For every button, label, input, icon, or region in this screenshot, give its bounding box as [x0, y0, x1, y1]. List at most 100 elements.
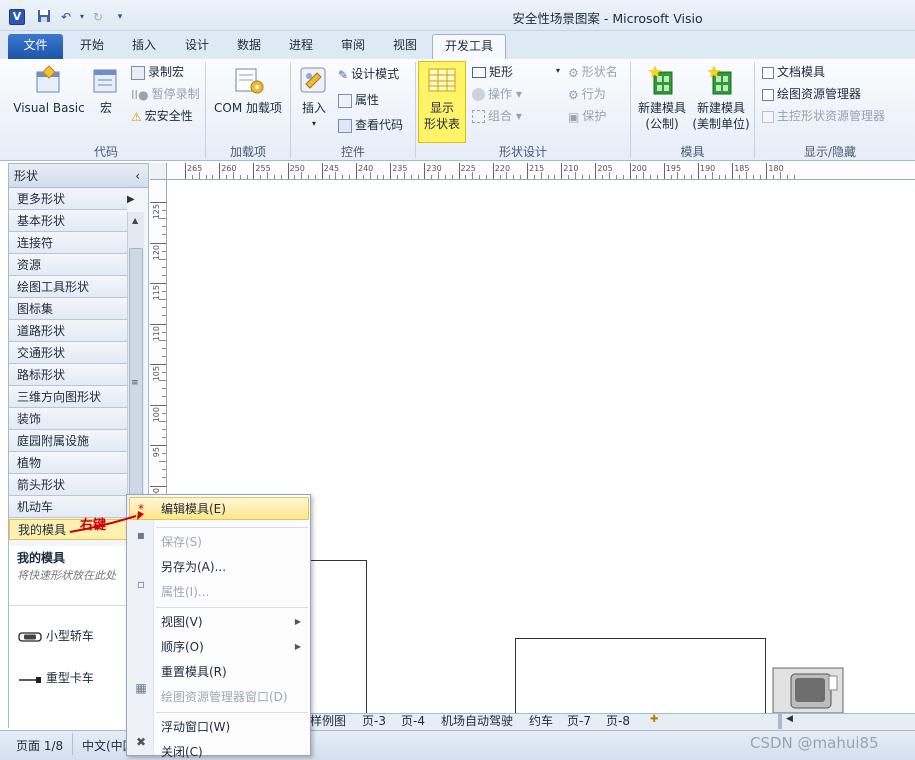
group-button[interactable]: 组合 ▾: [472, 106, 522, 126]
menu-item-close[interactable]: 关闭(C): [161, 741, 307, 760]
new-stencil-metric-button[interactable]: 新建模具 (公制): [634, 64, 690, 132]
my-stencil-hint: 将快速形状放在此处: [17, 569, 116, 582]
drawn-rectangle[interactable]: [515, 638, 766, 713]
tab-file[interactable]: 文件: [8, 34, 63, 59]
stencil-item-traffic-shapes[interactable]: 交通形状: [9, 343, 127, 364]
annotation-arrow: *: [69, 502, 144, 533]
ruler-minor-tick: [485, 175, 487, 179]
scroll-left-icon[interactable]: ◀: [786, 714, 793, 724]
stencil-item-resources[interactable]: 资源: [9, 255, 127, 276]
ruler-minor-tick: [650, 175, 652, 179]
ruler-tick-label: 220: [494, 164, 511, 173]
chevron-down-icon: ▾: [311, 119, 316, 128]
menu-item-drawing-explorer-window[interactable]: 绘图资源管理器窗口(D): [161, 686, 307, 708]
stencil-item-road-shapes[interactable]: 道路形状: [9, 321, 127, 342]
visual-basic-button[interactable]: Visual Basic: [12, 64, 86, 116]
tab-design[interactable]: 设计: [175, 34, 219, 59]
splitter[interactable]: [778, 714, 782, 729]
page-indicator[interactable]: 页面 1/8: [16, 737, 63, 754]
tab-home[interactable]: 开始: [70, 34, 114, 59]
ruler-minor-tick: [786, 175, 788, 179]
ruler-tick: [150, 283, 166, 284]
menu-item-reset-stencil[interactable]: 重置模具(R): [161, 661, 307, 683]
stencil-item-decorations[interactable]: 装饰: [9, 409, 127, 430]
stencil-item-3d-direction-map-shapes[interactable]: 三维方向图形状: [9, 387, 127, 408]
rectangle-dropdown-icon[interactable]: ▾: [556, 66, 560, 75]
page-tab[interactable]: 约车: [529, 714, 553, 729]
horizontal-ruler[interactable]: 265 260 255 250 245 240 235 230 225 220 215 210 205 2…: [150, 163, 915, 180]
menu-item-save[interactable]: 保存(S): [161, 531, 307, 553]
drawn-rectangle[interactable]: [310, 560, 367, 713]
ruler-tick-label: 190: [700, 164, 716, 173]
new-stencil-icon: [707, 65, 732, 95]
properties-button[interactable]: 属性: [338, 90, 379, 110]
tab-view[interactable]: 视图: [383, 34, 427, 59]
protection-button[interactable]: ▣ 保护: [568, 106, 606, 126]
insert-control-button[interactable]: 插入 ▾: [295, 64, 333, 132]
master-explorer-checkbox[interactable]: 主控形状资源管理器: [762, 106, 885, 126]
ruler-minor-tick: [162, 274, 166, 276]
page-tab[interactable]: 页-4: [401, 714, 425, 729]
menu-item-edit-stencil[interactable]: 编辑模具(E): [161, 498, 307, 520]
ruler-tick: [390, 163, 392, 179]
rectangle-tool-button[interactable]: 矩形: [472, 62, 513, 82]
insert-page-icon[interactable]: ✚: [650, 714, 666, 728]
page-tab[interactable]: 页-7: [567, 714, 591, 729]
ruler-tick: [185, 163, 186, 179]
vehicle-shape[interactable]: [767, 662, 847, 713]
stencil-item-connectors[interactable]: 连接符: [9, 233, 127, 254]
page-tab[interactable]: 机场自动驾驶: [441, 714, 513, 729]
tab-insert[interactable]: 插入: [122, 34, 166, 59]
menu-item-float-window[interactable]: 浮动窗口(W): [161, 716, 307, 738]
document-stencil-checkbox[interactable]: 文档模具: [762, 62, 825, 82]
tab-developer[interactable]: 开发工具: [432, 34, 506, 61]
menu-item-view[interactable]: 视图(V) ▶: [161, 611, 307, 633]
tab-data[interactable]: 数据: [227, 34, 271, 59]
behavior-button[interactable]: ⚙ 行为: [568, 84, 606, 104]
shape-name-button[interactable]: ⚙ 形状名: [568, 62, 618, 82]
ruler-minor-tick: [397, 175, 399, 179]
stencil-item-more-shapes[interactable]: 更多形状: [9, 189, 127, 210]
record-macro-button[interactable]: 录制宏: [131, 62, 184, 82]
macro-security-button[interactable]: ⚠ 宏安全性: [131, 106, 193, 126]
ruler-tick: [150, 445, 166, 446]
shape-small-sedan[interactable]: 小型轿车: [18, 626, 94, 646]
svg-text:*: *: [138, 502, 144, 516]
stencil-item-arrow-shapes[interactable]: 箭头形状: [9, 475, 127, 496]
shape-heavy-truck[interactable]: 重型卡车: [18, 668, 94, 688]
operations-button[interactable]: 操作 ▾: [472, 84, 522, 104]
language-indicator[interactable]: 中文(中国): [82, 737, 126, 754]
macros-button[interactable]: 宏: [89, 64, 123, 116]
drawing-explorer-checkbox[interactable]: 绘图资源管理器: [762, 84, 861, 104]
page-tab[interactable]: 页-8: [606, 714, 630, 729]
ruler-minor-tick: [684, 175, 686, 179]
ruler-minor-tick: [670, 175, 672, 179]
design-mode-button[interactable]: ✎ 设计模式: [338, 64, 399, 84]
menu-item-save-as[interactable]: 另存为(A)...: [161, 556, 307, 578]
stencil-item-drawing-tool-shapes[interactable]: 绘图工具形状: [9, 277, 127, 298]
page-tab[interactable]: 样例图: [310, 714, 346, 729]
new-stencil-us-button[interactable]: 新建模具 (美制单位): [690, 64, 752, 132]
page-tab[interactable]: 页-3: [362, 714, 386, 729]
menu-item-order[interactable]: 顺序(O) ▶: [161, 636, 307, 658]
stencil-item-basic-shapes[interactable]: 基本形状: [9, 211, 127, 232]
collapse-pane-icon[interactable]: ‹: [135, 164, 140, 188]
menu-item-label: 顺序(O): [161, 640, 204, 654]
group-label-addins: 加载项: [229, 145, 266, 159]
show-shapesheet-button[interactable]: 显示 形状表: [418, 61, 466, 143]
tab-process[interactable]: 进程: [279, 34, 323, 59]
menu-item-properties[interactable]: 属性(I)...: [161, 581, 307, 603]
stencil-item-signpost-shapes[interactable]: 路标形状: [9, 365, 127, 386]
pause-recording-button[interactable]: II● 暂停录制: [131, 84, 200, 104]
com-addins-button[interactable]: COM 加载项: [210, 64, 286, 116]
scroll-up-icon[interactable]: ▲: [132, 216, 138, 225]
tab-review[interactable]: 审阅: [331, 34, 375, 59]
ruler-tick-label: 115: [152, 285, 161, 301]
stencil-scrollbar[interactable]: ▲ ≡: [127, 212, 144, 516]
stencil-item-garden-accessories[interactable]: 庭园附属设施: [9, 431, 127, 452]
ruler-tick: [663, 163, 665, 179]
ruler-minor-tick: [739, 175, 741, 179]
view-code-button[interactable]: 查看代码: [338, 115, 403, 135]
stencil-item-icon-sets[interactable]: 图标集: [9, 299, 127, 320]
stencil-item-plants[interactable]: 植物: [9, 453, 127, 474]
